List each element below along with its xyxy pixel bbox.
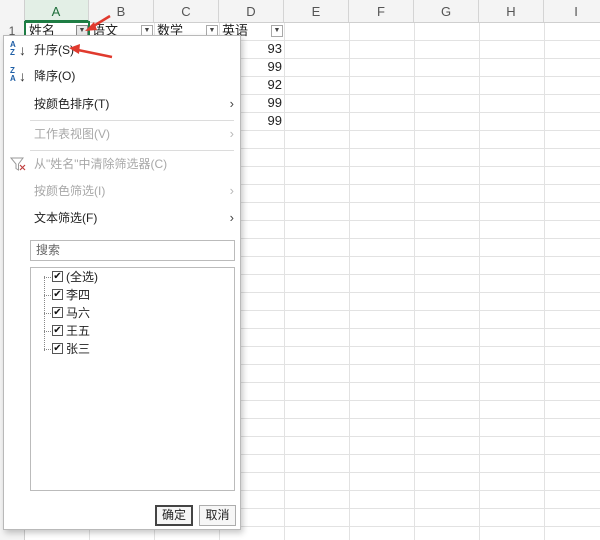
menu-item-clear-filter[interactable]: 从"姓名"中清除筛选器(C): [4, 152, 240, 176]
list-item-label: (全选): [66, 270, 98, 284]
sort-ascending-icon: A Z ↓: [10, 40, 26, 59]
column-header-h[interactable]: H: [479, 0, 544, 22]
cancel-button[interactable]: 取消: [199, 505, 236, 526]
list-item-label: 马六: [66, 306, 91, 320]
column-header-a[interactable]: A: [24, 0, 89, 22]
filter-by-color-label: 按颜色筛选(I): [34, 184, 106, 198]
column-header-c[interactable]: C: [154, 0, 219, 22]
column-header-i[interactable]: I: [544, 0, 600, 22]
menu-item-filter-by-color[interactable]: 按颜色筛选(I) ›: [4, 179, 240, 203]
search-input[interactable]: 搜索: [30, 240, 235, 261]
clear-filter-icon: [10, 157, 26, 171]
ok-button[interactable]: 确定: [155, 505, 193, 526]
list-item-label: 李四: [66, 288, 91, 302]
chevron-right-icon: ›: [229, 126, 234, 141]
chevron-right-icon: ›: [229, 210, 234, 225]
menu-item-sort-descending[interactable]: Z A ↓ 降序(O): [4, 64, 240, 88]
column-header-b[interactable]: B: [89, 0, 154, 22]
sort-by-color-label: 按颜色排序(T): [34, 97, 110, 111]
chevron-right-icon: ›: [229, 96, 234, 111]
clear-filter-label: 从"姓名"中清除筛选器(C): [34, 157, 168, 171]
column-header-row: A B C D E F G H I: [0, 0, 600, 23]
column-header-f[interactable]: F: [349, 0, 414, 22]
list-item-label: 张三: [66, 342, 91, 356]
select-all-corner[interactable]: [0, 0, 25, 22]
menu-separator: [30, 120, 234, 121]
column-header-e[interactable]: E: [284, 0, 349, 22]
menu-separator: [30, 150, 234, 151]
menu-item-text-filter[interactable]: 文本筛选(F) ›: [4, 206, 240, 230]
column-header-d[interactable]: D: [219, 0, 284, 22]
menu-item-sort-ascending[interactable]: A Z ↓ 升序(S): [4, 38, 240, 62]
column-header-g[interactable]: G: [414, 0, 479, 22]
menu-item-sort-by-color[interactable]: 按颜色排序(T) ›: [4, 92, 240, 116]
list-item-label: 王五: [66, 324, 91, 338]
checkbox-checked[interactable]: ✔: [52, 343, 63, 354]
filter-dropdown-button-d[interactable]: ▼: [271, 25, 283, 37]
sheet-view-label: 工作表视图(V): [34, 127, 110, 141]
menu-item-sheet-view[interactable]: 工作表视图(V) ›: [4, 122, 240, 146]
autofilter-dropdown-menu: A Z ↓ 升序(S) Z A ↓ 降序(O) 按颜色排序(T) › 工作表视图(V) …: [3, 35, 241, 530]
sort-ascending-label: 升序(S): [34, 43, 74, 57]
checkbox-checked[interactable]: ✔: [52, 271, 63, 282]
filter-values-list[interactable]: ✔ (全选) ✔ 李四 ✔ 马六 ✔ 王五 ✔ 张三: [30, 267, 235, 491]
chevron-right-icon: ›: [229, 183, 234, 198]
sort-descending-label: 降序(O): [34, 69, 76, 83]
checkbox-checked[interactable]: ✔: [52, 289, 63, 300]
checkbox-checked[interactable]: ✔: [52, 307, 63, 318]
text-filter-label: 文本筛选(F): [34, 211, 98, 225]
sort-descending-icon: Z A ↓: [10, 66, 26, 85]
checkbox-checked[interactable]: ✔: [52, 325, 63, 336]
